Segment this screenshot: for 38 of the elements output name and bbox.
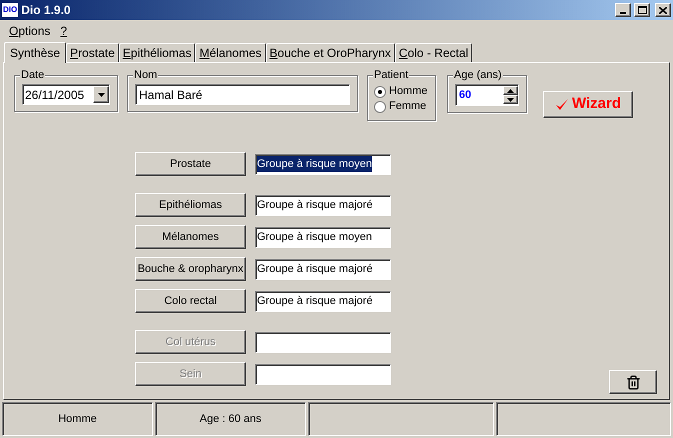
risk-field[interactable]: Groupe à risque majoré [255, 258, 391, 280]
group-label: Age (ans) [453, 68, 503, 82]
name-field[interactable]: Hamal Baré [135, 84, 350, 105]
radio-button[interactable] [374, 86, 386, 98]
status-text: Age : 60 ans [200, 412, 262, 427]
risk-field[interactable]: Groupe à risque majoré [255, 194, 391, 216]
close-button[interactable] [655, 3, 671, 17]
delete-button[interactable] [609, 370, 657, 394]
trash-icon [626, 374, 640, 390]
window-title: Dio 1.9.0 [21, 2, 71, 19]
app-icon: DIO [2, 3, 18, 17]
menu-item[interactable]: Options [9, 22, 50, 40]
tab[interactable]: Colo - Rectal [394, 43, 472, 62]
category-button[interactable]: Prostate [135, 152, 246, 176]
status-text: Homme [58, 412, 97, 427]
tab[interactable]: Bouche et OroPharynx [266, 43, 395, 62]
close-icon [659, 6, 667, 14]
category-button[interactable]: Epithéliomas [135, 193, 246, 217]
risk-field[interactable]: Groupe à risque moyen [255, 226, 391, 248]
radio-button[interactable] [374, 100, 386, 112]
minimize-button[interactable] [615, 3, 631, 17]
category-button[interactable]: Mélanomes [135, 225, 246, 249]
maximize-button[interactable] [634, 3, 650, 17]
category-button[interactable]: Colo rectal [135, 289, 246, 313]
tab[interactable]: Prostate [66, 43, 119, 62]
spinner[interactable] [503, 86, 518, 104]
risk-field[interactable]: Groupe à risque majoré [255, 290, 391, 312]
radio-label: Femme [389, 99, 426, 114]
tab[interactable]: Synthèse [4, 42, 66, 63]
tab[interactable]: Epithéliomas [118, 43, 196, 62]
tab[interactable]: Mélanomes [195, 43, 266, 62]
checkmark-icon [554, 98, 569, 111]
menu-item[interactable]: ? [60, 22, 68, 40]
category-button[interactable]: Bouche & oropharynx [135, 257, 246, 281]
risk-field[interactable] [255, 332, 391, 352]
risk-field[interactable]: Groupe à risque moyen [255, 154, 391, 174]
radio-label: Homme [389, 84, 428, 100]
risk-field[interactable] [255, 364, 391, 384]
